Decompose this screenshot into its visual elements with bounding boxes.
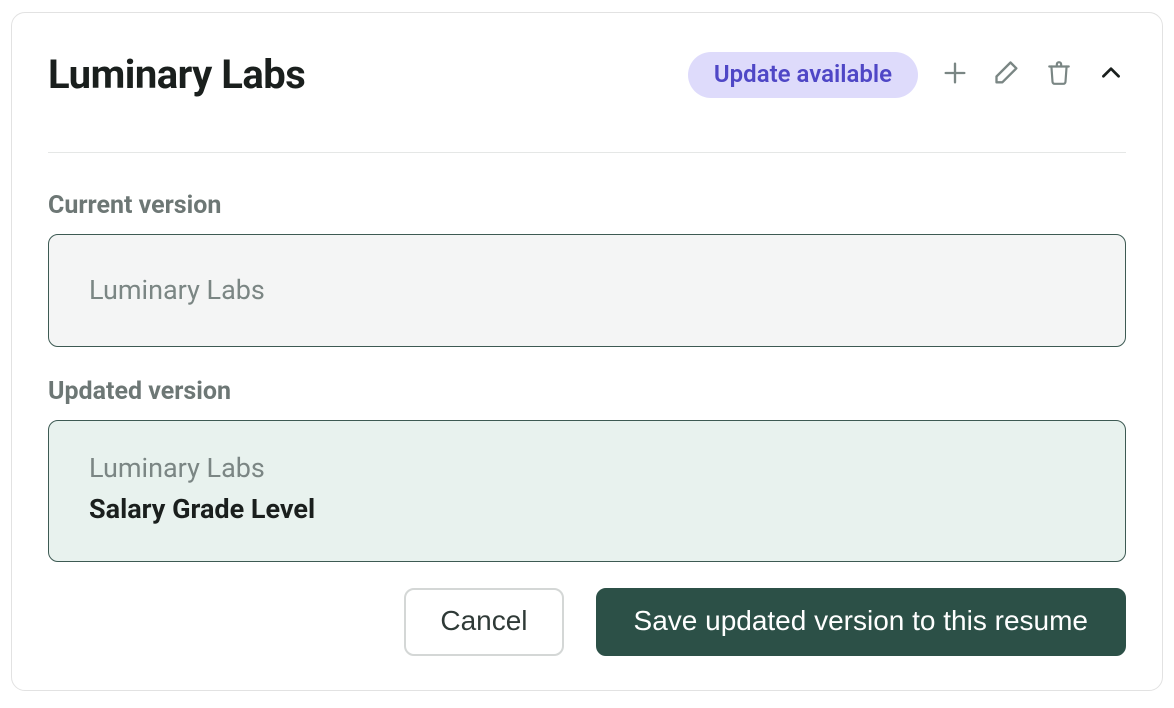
updated-version-label: Updated version [48, 377, 1126, 406]
updated-version-box: Luminary Labs Salary Grade Level [48, 420, 1126, 562]
trash-icon [1046, 59, 1072, 90]
card-header: Luminary Labs Update available [48, 51, 1126, 98]
add-button[interactable] [940, 60, 970, 90]
edit-button[interactable] [992, 60, 1022, 90]
card-actions: Update available [688, 52, 1126, 98]
current-version-label: Current version [48, 191, 1126, 220]
updated-version-line2: Salary Grade Level [89, 490, 1085, 529]
current-version-box: Luminary Labs [48, 234, 1126, 347]
cancel-button[interactable]: Cancel [404, 588, 563, 656]
save-button[interactable]: Save updated version to this resume [596, 588, 1126, 656]
card-title: Luminary Labs [48, 51, 305, 98]
delete-button[interactable] [1044, 60, 1074, 90]
plus-icon [941, 59, 969, 90]
chevron-up-icon [1098, 60, 1124, 89]
current-version-text: Luminary Labs [89, 271, 1085, 310]
resume-section-card: Luminary Labs Update available [11, 12, 1163, 691]
update-available-badge: Update available [688, 52, 918, 98]
button-row: Cancel Save updated version to this resu… [48, 588, 1126, 656]
pencil-icon [993, 59, 1021, 90]
updated-version-line1: Luminary Labs [89, 449, 1085, 488]
divider [48, 152, 1126, 153]
collapse-button[interactable] [1096, 60, 1126, 90]
